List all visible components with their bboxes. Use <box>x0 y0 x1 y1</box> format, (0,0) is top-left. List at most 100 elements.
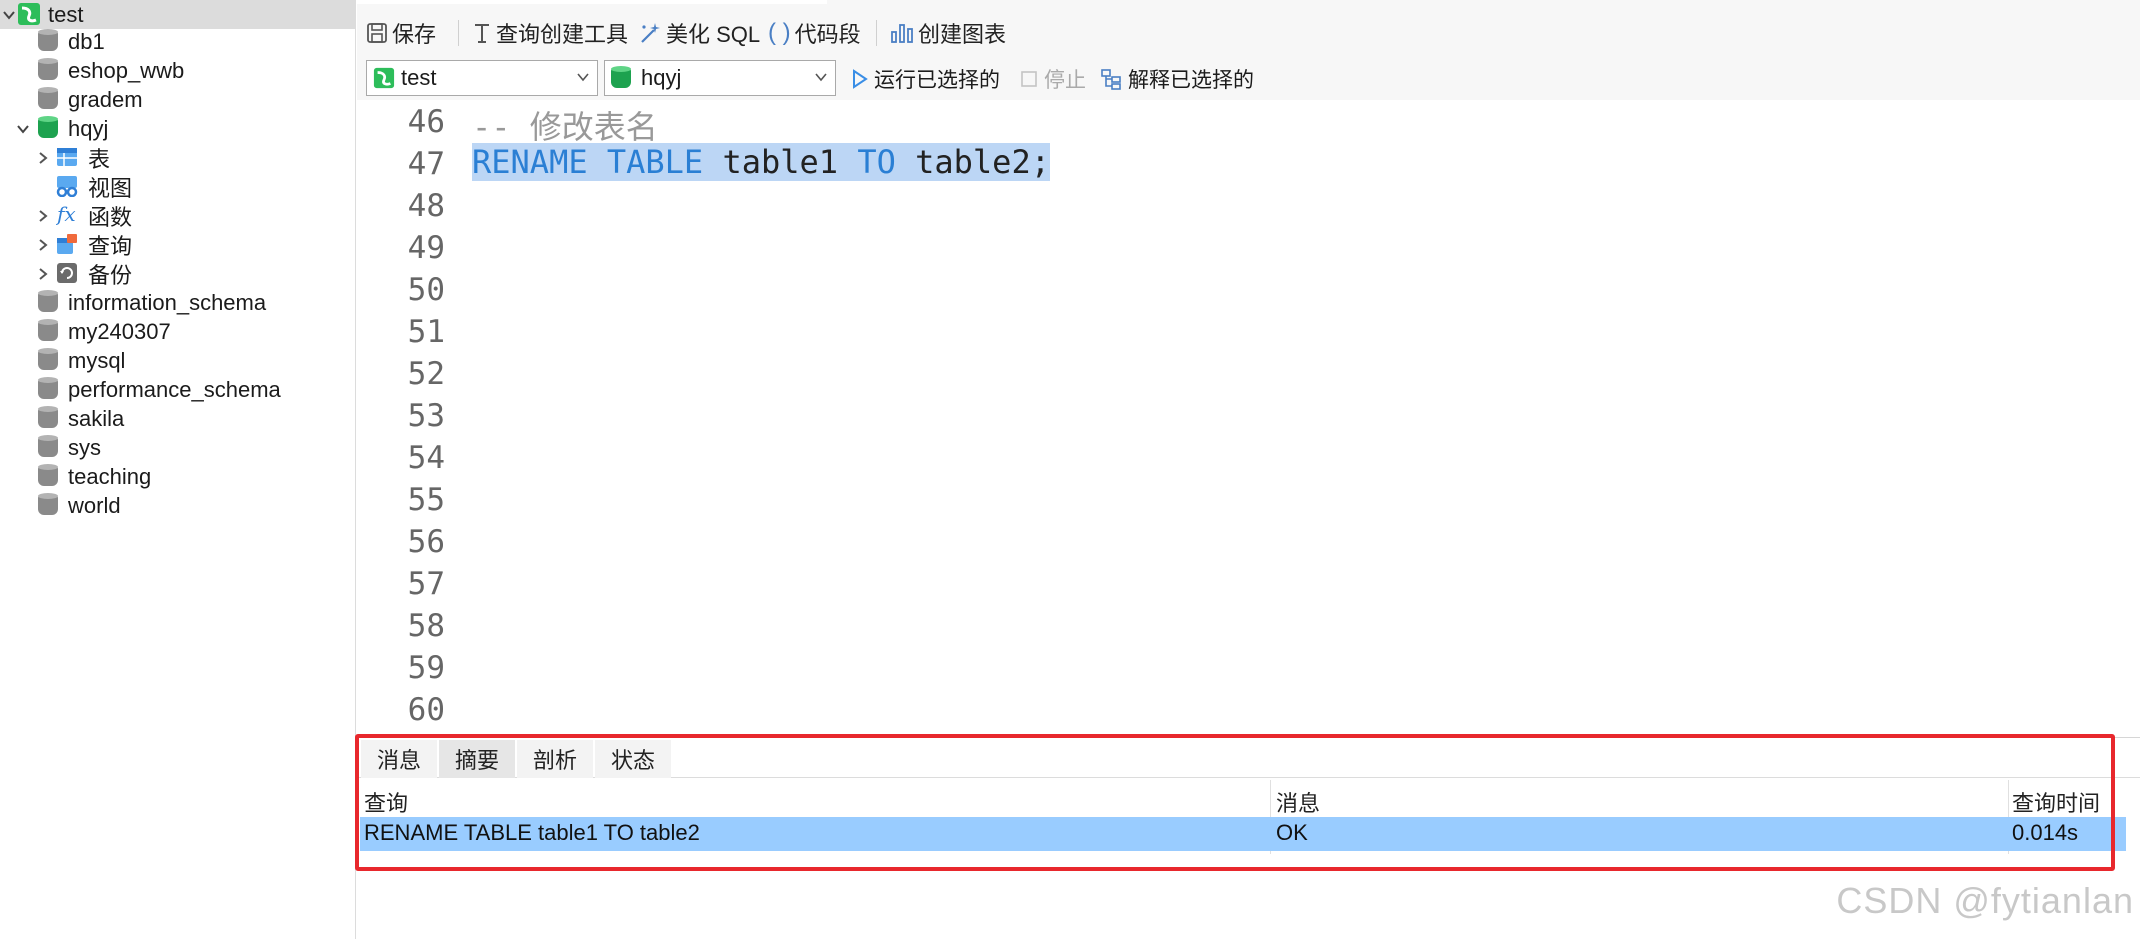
chevron-right-icon[interactable] <box>36 151 50 165</box>
tree-item-label: 查询 <box>88 233 133 259</box>
tree-item-world[interactable]: world <box>0 491 356 520</box>
create-chart-button[interactable]: 创建图表 <box>890 18 1006 48</box>
tree-item-mysql[interactable]: mysql <box>0 346 356 375</box>
database-icon <box>38 29 60 51</box>
tree-item-label: 视图 <box>88 175 133 201</box>
tree-item-views[interactable]: 视图 <box>0 172 356 201</box>
tab-messages[interactable]: 消息 <box>361 740 437 778</box>
watermark-text: CSDN @fytianlan <box>1836 880 2134 921</box>
database-icon <box>611 66 631 90</box>
sql-keyword: TO <box>857 143 896 181</box>
line-number: 47 <box>407 146 445 182</box>
line-number: 50 <box>407 272 445 308</box>
database-icon <box>38 290 60 312</box>
tree-item-label: db1 <box>68 28 105 54</box>
view-icon <box>56 176 78 197</box>
connection-icon <box>373 67 395 89</box>
line-number: 48 <box>407 188 445 224</box>
chevron-right-icon[interactable] <box>36 238 50 252</box>
line-number: 46 <box>407 104 445 140</box>
create-chart-label: 创建图表 <box>918 22 1007 47</box>
database-icon <box>38 464 60 486</box>
tree-item-eshop-wwb[interactable]: eshop_wwb <box>0 56 356 85</box>
chevron-right-icon[interactable] <box>36 267 50 281</box>
query-builder-icon <box>475 24 489 43</box>
explain-selected-button[interactable]: 解释已选择的 <box>1100 64 1254 94</box>
tree-item-backups[interactable]: 备份 <box>0 259 356 288</box>
column-header-query[interactable]: 查询 <box>364 786 408 818</box>
tree-item-gradem[interactable]: gradem <box>0 85 356 114</box>
chart-icon <box>891 24 913 43</box>
cell-query: RENAME TABLE table1 TO table2 <box>364 820 700 845</box>
chevron-down-icon[interactable] <box>2 8 16 22</box>
column-header-query-time[interactable]: 查询时间 <box>2012 786 2100 818</box>
tree-item-tables[interactable]: 表 <box>0 143 356 172</box>
tree-item-information-schema[interactable]: information_schema <box>0 288 356 317</box>
query-builder-button[interactable]: 查询创建工具 <box>472 18 628 48</box>
save-button[interactable]: 保存 <box>366 18 436 48</box>
stop-button[interactable]: 停止 <box>1020 64 1086 94</box>
tree-item-label: teaching <box>68 463 152 489</box>
stop-icon <box>1021 71 1037 87</box>
tree-item-db1[interactable]: db1 <box>0 27 356 56</box>
sql-editor[interactable] <box>357 100 2140 737</box>
database-select[interactable]: hqyj <box>604 60 836 96</box>
tree-item-teaching[interactable]: teaching <box>0 462 356 491</box>
tree-item-label: 函数 <box>88 204 133 230</box>
chevron-right-icon[interactable] <box>36 209 50 223</box>
database-icon <box>38 377 60 399</box>
column-header-message[interactable]: 消息 <box>1276 786 1320 818</box>
tab-profile[interactable]: 剖析 <box>517 740 593 778</box>
line-number: 55 <box>407 482 445 518</box>
line-number: 52 <box>407 356 445 392</box>
run-selected-label: 运行已选择的 <box>874 69 1000 92</box>
line-number: 49 <box>407 230 445 266</box>
database-icon <box>38 435 60 457</box>
sql-identifier: table2; <box>915 143 1050 181</box>
tree-item-label: hqyj <box>68 115 109 141</box>
connection-select-value: test <box>401 65 437 90</box>
stop-label: 停止 <box>1044 69 1086 92</box>
sql-comment-line: -- 修改表名 <box>472 108 658 146</box>
tree-item-label: 备份 <box>88 262 133 288</box>
magic-wand-icon <box>641 23 660 43</box>
tree-item-functions[interactable]: fx 函数 <box>0 201 356 230</box>
tree-item-sakila[interactable]: sakila <box>0 404 356 433</box>
query-icon <box>57 234 77 254</box>
run-selected-button[interactable]: 运行已选择的 <box>850 64 1000 94</box>
save-icon <box>367 23 387 43</box>
tree-item-queries[interactable]: 查询 <box>0 230 356 259</box>
table-icon <box>57 148 77 166</box>
save-label: 保存 <box>392 22 437 47</box>
tree-item-sys[interactable]: sys <box>0 433 356 462</box>
editor-scrollbar[interactable] <box>2126 100 2140 737</box>
chevron-down-icon <box>815 73 827 82</box>
cell-query-time: 0.014s <box>2012 820 2079 845</box>
tree-item-my240307[interactable]: my240307 <box>0 317 356 346</box>
tree-item-label: 表 <box>88 146 111 172</box>
tree-item-label: mysql <box>68 347 126 373</box>
connection-select[interactable]: test <box>366 60 598 96</box>
tab-summary[interactable]: 摘要 <box>439 740 515 778</box>
editor-tab-strip <box>357 0 827 4</box>
toolbar-divider <box>876 20 877 46</box>
tree-item-label: gradem <box>68 86 143 112</box>
chevron-down-icon[interactable] <box>16 122 30 136</box>
code-snippet-button[interactable]: ( ) 代码段 <box>768 18 861 48</box>
tree-item-performance-schema[interactable]: performance_schema <box>0 375 356 404</box>
chevron-down-icon <box>577 73 589 82</box>
database-icon <box>38 406 60 428</box>
tree-item-test[interactable]: test <box>0 0 356 29</box>
beautify-sql-button[interactable]: 美化 SQL <box>638 18 760 48</box>
tab-status[interactable]: 状态 <box>595 740 671 778</box>
database-icon <box>38 493 60 515</box>
play-icon <box>853 69 868 89</box>
tree-item-label: sys <box>68 434 101 460</box>
tree-item-label: performance_schema <box>68 376 281 402</box>
parentheses-icon: ( ) <box>768 19 791 46</box>
tree-item-hqyj[interactable]: hqyj <box>0 114 356 143</box>
tree-item-label: world <box>68 492 121 518</box>
explain-selected-label: 解释已选择的 <box>1128 69 1254 92</box>
query-builder-label: 查询创建工具 <box>496 22 629 47</box>
explain-icon <box>1101 69 1121 90</box>
